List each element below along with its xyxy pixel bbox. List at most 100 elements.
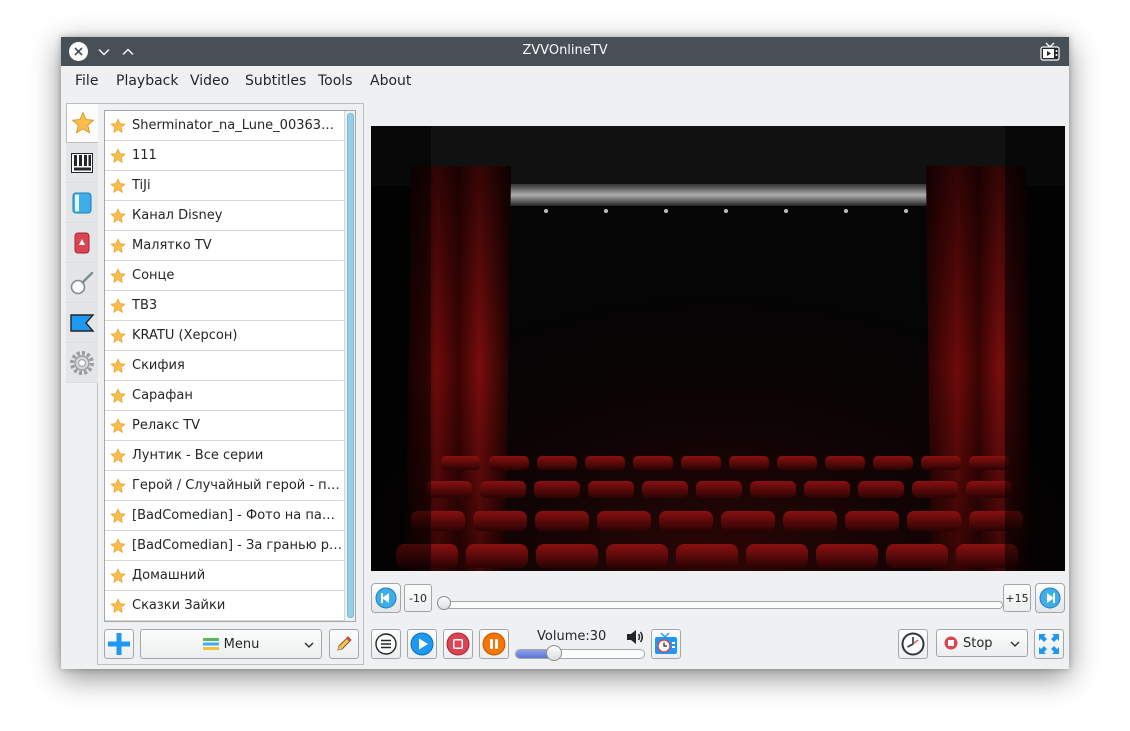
channel-name: Sherminator_na_Lune_00363336... — [132, 118, 342, 133]
video-player[interactable] — [371, 126, 1065, 571]
star-icon — [110, 597, 126, 613]
scrollbar-thumb[interactable] — [347, 113, 354, 618]
list-item[interactable]: Скифия — [105, 351, 344, 381]
skip-forward-button[interactable]: +15 — [1003, 584, 1031, 612]
chevron-down-icon — [304, 642, 314, 648]
play-button[interactable] — [407, 629, 437, 659]
seek-handle[interactable] — [437, 596, 451, 610]
tab-favorites[interactable] — [66, 103, 98, 143]
tab-youtube[interactable] — [66, 223, 98, 263]
list-item[interactable]: Малятко TV — [105, 231, 344, 261]
speaker-icon[interactable] — [625, 629, 645, 645]
edit-channel-button[interactable] — [329, 629, 359, 659]
rewind-button[interactable] — [371, 583, 401, 613]
playback-controls: Volume:30 Stop — [371, 627, 1065, 661]
star-icon — [110, 207, 126, 223]
pause-button[interactable] — [479, 629, 509, 659]
tv-clock-icon — [655, 632, 677, 654]
tab-bookmarks[interactable] — [66, 303, 98, 343]
tab-settings[interactable] — [66, 343, 98, 383]
clock-icon — [901, 632, 925, 656]
tv-schedule-button[interactable] — [651, 629, 681, 659]
star-icon — [110, 327, 126, 343]
list-item[interactable]: Сонце — [105, 261, 344, 291]
stop-button[interactable] — [443, 629, 473, 659]
tv-app-icon — [1040, 42, 1060, 61]
star-icon — [110, 297, 126, 313]
hamburger-icon — [375, 633, 397, 655]
channel-name: Канал Disney — [132, 208, 223, 223]
list-item[interactable]: Лунтик - Все серии — [105, 441, 344, 471]
star-icon — [71, 111, 94, 134]
channel-name: Сарафан — [132, 388, 193, 403]
play-icon — [410, 632, 434, 656]
volume-label: Volume:30 — [537, 629, 607, 644]
list-item[interactable]: Sherminator_na_Lune_00363336... — [105, 111, 344, 141]
add-channel-button[interactable] — [104, 629, 134, 659]
channel-name: [BadComedian] - За гранью реа... — [132, 538, 342, 553]
channel-name: [BadComedian] - Фото на памят... — [132, 508, 342, 523]
seek-slider[interactable] — [443, 601, 1003, 609]
sleep-timer-button[interactable] — [898, 629, 928, 659]
menu-tools[interactable]: Tools — [318, 73, 353, 89]
app-window: ZVVOnlineTV File Playback Video Subtitle… — [61, 37, 1069, 669]
channel-name: Сонце — [132, 268, 175, 283]
volume-handle[interactable] — [546, 645, 562, 661]
star-icon — [110, 237, 126, 253]
menu-video[interactable]: Video — [190, 73, 229, 89]
star-icon — [110, 507, 126, 523]
list-item[interactable]: Сарафан — [105, 381, 344, 411]
star-icon — [110, 567, 126, 583]
menu-bar: File Playback Video Subtitles Tools Abou… — [61, 66, 1069, 96]
menu-subtitles[interactable]: Subtitles — [245, 73, 306, 89]
star-icon — [110, 477, 126, 493]
menu-file[interactable]: File — [75, 73, 98, 89]
star-icon — [110, 447, 126, 463]
star-icon — [110, 147, 126, 163]
menu-dropdown[interactable]: Menu — [140, 629, 322, 659]
stop-mode-label: Stop — [963, 635, 993, 651]
channel-name: 111 — [132, 148, 157, 163]
flag-icon — [70, 313, 95, 332]
list-item[interactable]: Герой / Случайный герой - пер... — [105, 471, 344, 501]
channel-name: Релакс TV — [132, 418, 201, 433]
magnifier-icon — [70, 271, 94, 294]
list-item[interactable]: Релакс TV — [105, 411, 344, 441]
gear-icon — [70, 350, 94, 375]
list-item[interactable]: KRATU (Херсон) — [105, 321, 344, 351]
list-item[interactable]: Канал Disney — [105, 201, 344, 231]
chevron-down-icon — [1010, 641, 1020, 647]
list-item[interactable]: 111 — [105, 141, 344, 171]
star-icon — [110, 417, 126, 433]
channel-name: Лунтик - Все серии — [132, 448, 264, 463]
pencil-icon — [337, 636, 352, 651]
list-item[interactable]: [BadComedian] - Фото на памят... — [105, 501, 344, 531]
channel-name: Скифия — [132, 358, 185, 373]
tab-search[interactable] — [66, 263, 98, 303]
list-item[interactable]: ТВ3 — [105, 291, 344, 321]
channel-name: Малятко TV — [132, 238, 212, 253]
list-item[interactable]: TiJi — [105, 171, 344, 201]
playlist-toggle-button[interactable] — [371, 629, 401, 659]
side-tab-bar — [66, 103, 98, 383]
skip-back-button[interactable]: -10 — [404, 584, 432, 612]
list-item[interactable]: [BadComedian] - За гранью реа... — [105, 531, 344, 561]
tab-library[interactable] — [66, 183, 98, 223]
stop-mode-dropdown[interactable]: Stop — [936, 629, 1028, 657]
rewind-icon — [375, 587, 397, 609]
channel-list-scrollbar[interactable] — [344, 111, 355, 621]
tab-channels[interactable] — [66, 143, 98, 183]
stop-icon — [944, 636, 958, 650]
menu-playback[interactable]: Playback — [116, 73, 178, 89]
star-icon — [110, 387, 126, 403]
list-item[interactable]: Сказки Зайки — [105, 591, 344, 621]
volume-slider[interactable] — [515, 649, 645, 659]
menu-about[interactable]: About — [370, 73, 411, 89]
red-warning-icon — [74, 232, 90, 253]
channel-name: Домашний — [132, 568, 206, 583]
channel-name: TiJi — [132, 178, 151, 193]
list-item[interactable]: Домашний — [105, 561, 344, 591]
plus-icon — [108, 633, 130, 655]
fullscreen-button[interactable] — [1034, 629, 1064, 659]
fast-forward-button[interactable] — [1035, 583, 1065, 613]
